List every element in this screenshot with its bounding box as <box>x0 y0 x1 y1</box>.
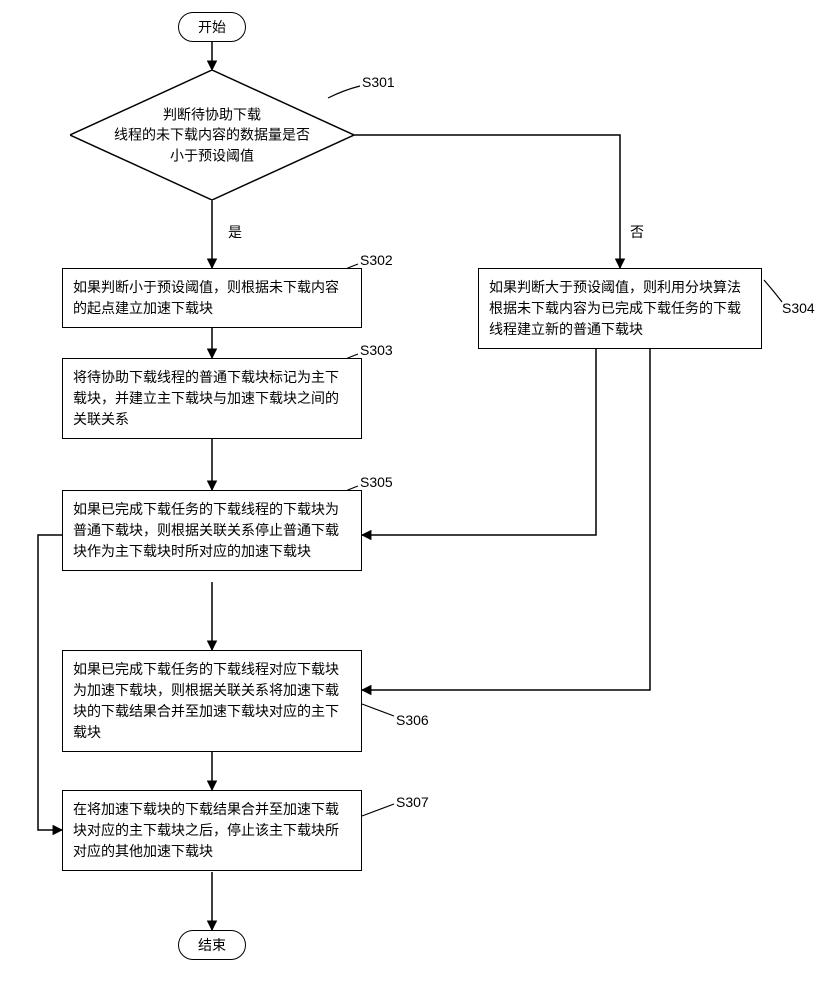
process-s302: 如果判断小于预设阈值，则根据未下载内容的起点建立加速下载块 <box>62 268 362 328</box>
process-s304: 如果判断大于预设阈值，则利用分块算法根据未下载内容为已完成下载任务的下载线程建立… <box>478 268 762 349</box>
s303-text: 将待协助下载线程的普通下载块标记为主下载块，并建立主下载块与加速下载块之间的关联… <box>73 369 339 427</box>
stepid-s304: S304 <box>782 300 815 316</box>
stepid-s306: S306 <box>396 712 429 728</box>
s304-text: 如果判断大于预设阈值，则利用分块算法根据未下载内容为已完成下载任务的下载线程建立… <box>489 279 741 337</box>
start-terminator: 开始 <box>178 12 246 42</box>
s307-text: 在将加速下载块的下载结果合并至加速下载块对应的主下载块之后，停止该主下载块所对应… <box>73 801 339 859</box>
decision-s301: 判断待协助下载 线程的未下载内容的数据量是否 小于预设阈值 <box>70 70 354 200</box>
process-s306: 如果已完成下载任务的下载线程对应下载块为加速下载块，则根据关联关系将加速下载块的… <box>62 650 362 752</box>
process-s303: 将待协助下载线程的普通下载块标记为主下载块，并建立主下载块与加速下载块之间的关联… <box>62 358 362 439</box>
s302-text: 如果判断小于预设阈值，则根据未下载内容的起点建立加速下载块 <box>73 279 339 316</box>
s301-text-2: 线程的未下载内容的数据量是否 <box>112 125 312 145</box>
stepid-s302: S302 <box>360 252 393 268</box>
s305-text: 如果已完成下载任务的下载线程的下载块为普通下载块，则根据关联关系停止普通下载块作… <box>73 501 339 559</box>
s306-text: 如果已完成下载任务的下载线程对应下载块为加速下载块，则根据关联关系将加速下载块的… <box>73 661 339 740</box>
label-yes: 是 <box>228 222 242 242</box>
process-s307: 在将加速下载块的下载结果合并至加速下载块对应的主下载块之后，停止该主下载块所对应… <box>62 790 362 871</box>
stepid-s307: S307 <box>396 794 429 810</box>
s301-text-1: 判断待协助下载 <box>112 105 312 125</box>
start-label: 开始 <box>198 17 226 37</box>
end-terminator: 结束 <box>178 930 246 960</box>
s301-text-3: 小于预设阈值 <box>112 145 312 165</box>
stepid-s303: S303 <box>360 342 393 358</box>
label-no: 否 <box>630 222 644 242</box>
stepid-s305: S305 <box>360 474 393 490</box>
process-s305: 如果已完成下载任务的下载线程的下载块为普通下载块，则根据关联关系停止普通下载块作… <box>62 490 362 571</box>
stepid-s301: S301 <box>362 74 395 90</box>
end-label: 结束 <box>198 935 226 955</box>
